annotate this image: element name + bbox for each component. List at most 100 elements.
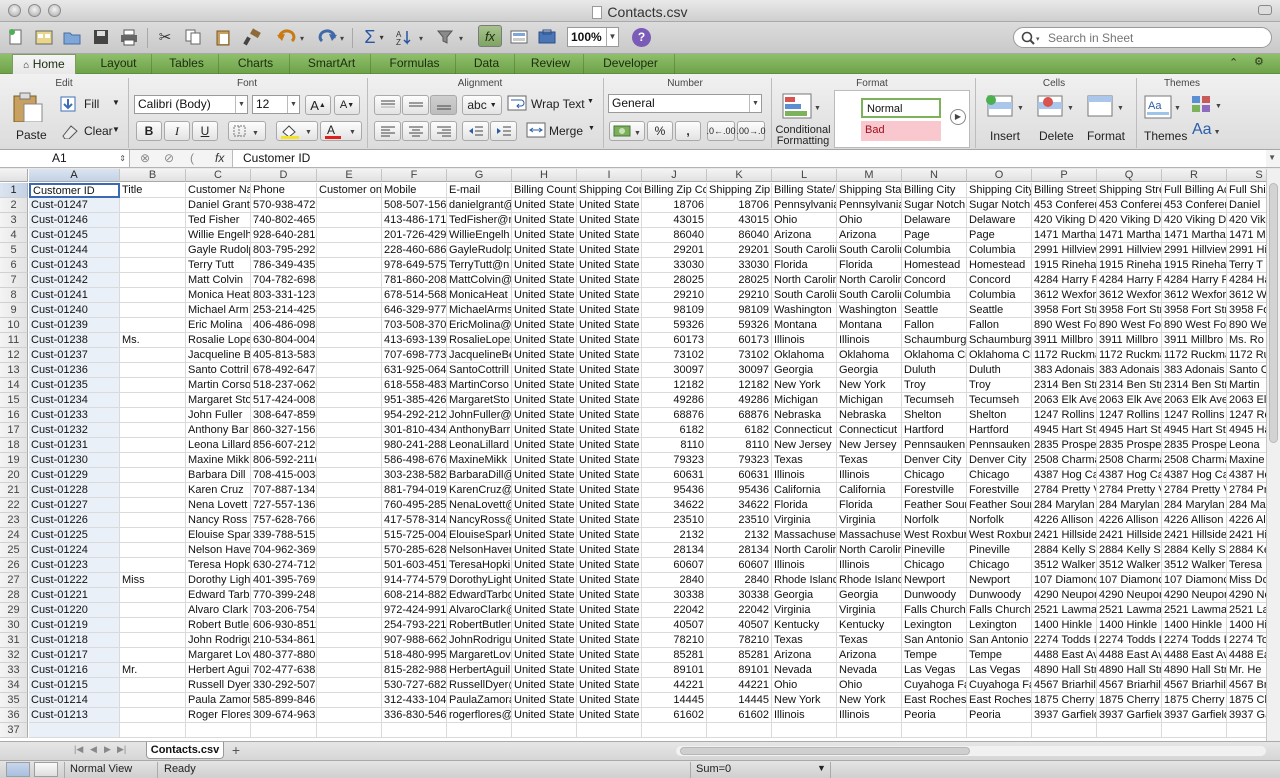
table-cell[interactable]: New York: [772, 378, 837, 393]
column-header[interactable]: B: [120, 169, 186, 182]
table-cell[interactable]: 60607: [707, 558, 772, 573]
table-cell[interactable]: 570-285-628: [382, 543, 447, 558]
table-cell[interactable]: [120, 483, 186, 498]
table-cell[interactable]: [120, 393, 186, 408]
table-cell[interactable]: Daniel Grant: [186, 198, 251, 213]
table-cell[interactable]: Cust-01241: [29, 288, 120, 303]
column-header[interactable]: K: [707, 169, 772, 182]
percent-style-button[interactable]: %: [647, 121, 673, 141]
table-cell[interactable]: 2314 Ben Str: [1032, 378, 1097, 393]
row-header[interactable]: 7: [0, 273, 28, 288]
table-cell[interactable]: 3612 W: [1227, 288, 1266, 303]
table-cell[interactable]: Terry Tutt: [186, 258, 251, 273]
table-cell[interactable]: [317, 378, 382, 393]
column-header[interactable]: I: [577, 169, 642, 182]
table-cell[interactable]: 890 We: [1227, 318, 1266, 333]
header-cell[interactable]: Customer Na: [186, 183, 251, 198]
table-cell[interactable]: 4488 East Av: [1097, 648, 1162, 663]
table-cell[interactable]: [317, 363, 382, 378]
table-cell[interactable]: 201-726-429: [382, 228, 447, 243]
column-header[interactable]: L: [772, 169, 837, 182]
table-cell[interactable]: Edward Tarb: [186, 588, 251, 603]
table-cell[interactable]: 518-237-0620: [251, 378, 317, 393]
table-cell[interactable]: United State: [512, 513, 577, 528]
table-cell[interactable]: United State: [512, 423, 577, 438]
table-cell[interactable]: Falls Church: [967, 603, 1032, 618]
table-cell[interactable]: 2884 Kelly St: [1097, 543, 1162, 558]
table-cell[interactable]: Forestville: [902, 483, 967, 498]
table-cell[interactable]: United State: [512, 528, 577, 543]
table-cell[interactable]: Cust-01229: [29, 468, 120, 483]
header-cell[interactable]: Shipping City: [967, 183, 1032, 198]
filter-icon[interactable]: ▾: [434, 26, 468, 48]
table-cell[interactable]: 702-477-6382: [251, 663, 317, 678]
table-cell[interactable]: United State: [512, 363, 577, 378]
table-cell[interactable]: John Fuller: [186, 408, 251, 423]
table-cell[interactable]: United State: [512, 318, 577, 333]
table-cell[interactable]: 2314 Ben Str: [1097, 378, 1162, 393]
table-cell[interactable]: 3512 Walker: [1032, 558, 1097, 573]
table-cell[interactable]: 2991 Hillview: [1032, 243, 1097, 258]
table-cell[interactable]: United State: [512, 588, 577, 603]
table-cell[interactable]: Cust-01214: [29, 693, 120, 708]
table-cell[interactable]: Delaware: [967, 213, 1032, 228]
paste-icon[interactable]: [211, 26, 235, 48]
row-header[interactable]: 24: [0, 528, 28, 543]
table-cell[interactable]: [317, 393, 382, 408]
table-cell[interactable]: Leona Lillard: [186, 438, 251, 453]
column-header[interactable]: M: [837, 169, 902, 182]
table-cell[interactable]: 4387 Hog Ca: [1032, 468, 1097, 483]
table-cell[interactable]: 210-534-8615: [251, 633, 317, 648]
table-cell[interactable]: Massachuset: [837, 528, 902, 543]
header-cell[interactable]: Billing Street: [1032, 183, 1097, 198]
table-cell[interactable]: United State: [577, 363, 642, 378]
table-cell[interactable]: [251, 723, 317, 738]
table-cell[interactable]: United State: [577, 318, 642, 333]
chevron-down-icon[interactable]: ▼: [817, 763, 826, 773]
table-cell[interactable]: 44221: [642, 678, 707, 693]
table-cell[interactable]: United State: [512, 648, 577, 663]
table-cell[interactable]: Illinois: [772, 333, 837, 348]
table-cell[interactable]: 12182: [642, 378, 707, 393]
table-cell[interactable]: 704-962-3690: [251, 543, 317, 558]
table-cell[interactable]: Santo C: [1227, 363, 1266, 378]
table-cell[interactable]: Forestville: [967, 483, 1032, 498]
select-all-corner[interactable]: [0, 169, 28, 182]
table-cell[interactable]: MichaelArms: [447, 303, 512, 318]
table-cell[interactable]: Cust-01245: [29, 228, 120, 243]
header-cell[interactable]: Shipping Stat: [837, 183, 902, 198]
table-cell[interactable]: 3958 Fo: [1227, 303, 1266, 318]
header-cell[interactable]: Billing Count: [512, 183, 577, 198]
clear-button[interactable]: Clear ▼: [60, 123, 122, 141]
font-color-button[interactable]: A ▼: [320, 121, 362, 141]
table-cell[interactable]: [317, 198, 382, 213]
table-cell[interactable]: Martin: [1227, 378, 1266, 393]
table-cell[interactable]: 4945 Hart St: [1032, 423, 1097, 438]
table-cell[interactable]: New Jersey: [837, 438, 902, 453]
table-cell[interactable]: North Carolin: [772, 273, 837, 288]
table-cell[interactable]: Hartford: [967, 423, 1032, 438]
table-cell[interactable]: [512, 723, 577, 738]
table-cell[interactable]: 914-774-579: [382, 573, 447, 588]
table-cell[interactable]: Cuyahoga Fa: [967, 678, 1032, 693]
table-cell[interactable]: 2274 Todds L: [1162, 633, 1227, 648]
table-cell[interactable]: NenaLovett@: [447, 498, 512, 513]
table-cell[interactable]: Mr. He: [1227, 663, 1266, 678]
table-cell[interactable]: [317, 498, 382, 513]
table-cell[interactable]: [317, 288, 382, 303]
table-cell[interactable]: United State: [577, 498, 642, 513]
tab-home[interactable]: ⌂ Home: [12, 54, 76, 75]
table-cell[interactable]: Delaware: [902, 213, 967, 228]
table-cell[interactable]: New York: [837, 693, 902, 708]
table-cell[interactable]: 881-794-019: [382, 483, 447, 498]
table-cell[interactable]: KarenCruz@: [447, 483, 512, 498]
table-cell[interactable]: 630-804-0049: [251, 333, 317, 348]
table-cell[interactable]: 4890 Hall Str: [1097, 663, 1162, 678]
table-cell[interactable]: 1471 M: [1227, 228, 1266, 243]
table-cell[interactable]: 61602: [642, 708, 707, 723]
table-cell[interactable]: Schaumburg: [967, 333, 1032, 348]
table-cell[interactable]: Terry T: [1227, 258, 1266, 273]
table-cell[interactable]: Cust-01224: [29, 543, 120, 558]
table-cell[interactable]: Cust-01217: [29, 648, 120, 663]
conditional-formatting-button[interactable]: ▼ Conditional Formatting: [775, 92, 831, 148]
